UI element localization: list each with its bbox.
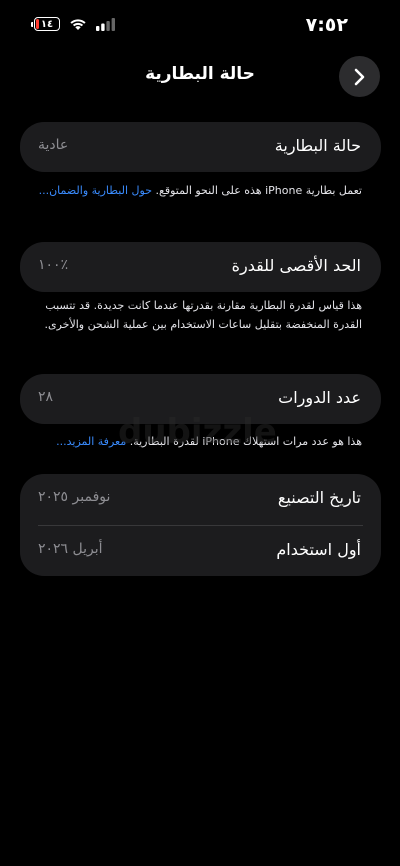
battery-condition-value: عادية [38,137,69,153]
battery-condition-row: حالة البطارية عادية [20,122,381,172]
cellular-signal-icon [96,17,115,31]
cycle-count-value: ٢٨ [38,389,54,405]
dates-card: تاريخ التصنيع نوفمبر ٢٠٢٥ أول استخدام أب… [20,474,381,576]
battery-condition-note: تعمل بطارية iPhone هذه على النحو المتوقع… [34,181,362,200]
learn-more-link[interactable]: معرفة المزيد... [56,435,126,448]
wifi-icon [70,19,86,30]
status-icons: ١٤ [31,17,116,31]
maximum-capacity-note: هذا قياس لقدرة البطارية مقارنة بقدرتها ع… [44,299,362,331]
about-battery-warranty-link[interactable]: حول البطارية والضمان... [39,184,152,197]
first-use-row: أول استخدام أبريل ٢٠٢٦ [20,526,381,576]
battery-condition-label: حالة البطارية [274,136,361,155]
maximum-capacity-label: الحد الأقصى للقدرة [231,256,361,275]
chevron-right-icon [354,68,364,85]
manufacture-date-value: نوفمبر ٢٠٢٥ [38,489,111,505]
maximum-capacity-value: ٪١٠٠ [38,257,69,273]
battery-condition-note-text: تعمل بطارية iPhone هذه على النحو المتوقع… [155,184,363,197]
watermark-logo: dubizzle [118,412,277,452]
status-bar: ١٤ ٧:٥٢ [0,0,400,50]
manufacture-date-row: تاريخ التصنيع نوفمبر ٢٠٢٥ [20,474,381,524]
maximum-capacity-row: الحد الأقصى للقدرة ٪١٠٠ [20,242,381,292]
first-use-label: أول استخدام [276,540,361,559]
status-time: ٧:٥٢ [305,14,348,36]
manufacture-date-label: تاريخ التصنيع [277,488,361,507]
battery-level: ١٤ [40,18,54,30]
cycle-count-label: عدد الدورات [278,388,361,407]
battery-fill [36,19,40,29]
battery-icon: ١٤ [31,17,60,31]
back-button[interactable] [339,56,380,97]
first-use-value: أبريل ٢٠٢٦ [38,541,103,557]
